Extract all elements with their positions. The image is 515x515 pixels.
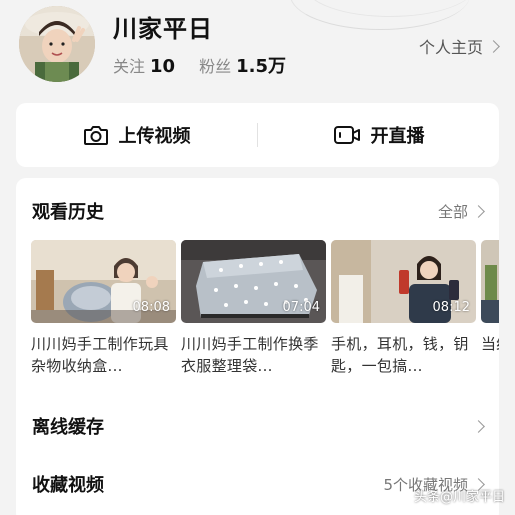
library-card: 观看历史 全部 08:08 川川妈手工制作玩具杂物收纳盒... 07:04 川川…: [16, 178, 499, 515]
history-video-item[interactable]: 08:12 手机，耳机，钱，钥匙，一包搞...: [331, 240, 476, 377]
video-title: 川川妈手工制作玩具杂物收纳盒...: [31, 335, 169, 375]
video-duration: 07:04: [282, 300, 320, 315]
chevron-right-icon: [487, 39, 500, 53]
upload-video-label: 上传视频: [118, 126, 191, 147]
video-thumbnail: 08:08: [31, 240, 176, 323]
video-title: 手机，耳机，钱，钥匙，一包搞...: [331, 335, 469, 375]
video-duration: 08:08: [132, 300, 170, 315]
offline-cache-title: 离线缓存: [32, 417, 104, 438]
camera-icon: [83, 123, 109, 147]
history-video-item[interactable]: 08:08 川川妈手工制作玩具杂物收纳盒...: [31, 240, 176, 377]
favorites-title: 收藏视频: [32, 475, 104, 496]
following-count[interactable]: 10: [150, 56, 175, 77]
homepage-link[interactable]: 个人主页: [418, 34, 500, 58]
watch-history-header: 观看历史 全部: [32, 198, 485, 224]
homepage-label: 个人主页: [418, 38, 483, 57]
followers-count[interactable]: 1.5万: [236, 56, 286, 77]
offline-cache-row[interactable]: 离线缓存: [32, 413, 485, 439]
video-duration: 08:12: [432, 300, 470, 315]
video-thumbnail: 07:04: [181, 240, 326, 323]
go-live-button[interactable]: 开直播: [258, 103, 499, 167]
history-video-item[interactable]: 当结: [481, 240, 499, 377]
chevron-right-icon: [472, 204, 485, 218]
offline-cache-chevron: [468, 419, 485, 433]
watch-history-list: 08:08 川川妈手工制作玩具杂物收纳盒... 07:04 川川妈手工制作换季衣…: [31, 240, 499, 380]
watch-history-title: 观看历史: [32, 202, 104, 223]
video-thumbnail: 08:12: [331, 240, 476, 323]
all-label: 全部: [437, 202, 468, 221]
profile-header: 川家平日 关注 10 粉丝 1.5万 个人主页: [0, 0, 515, 95]
watch-history-all-link[interactable]: 全部: [437, 201, 485, 222]
profile-stats: 关注 10 粉丝 1.5万: [113, 52, 310, 78]
chevron-right-icon: [472, 419, 485, 433]
upload-video-button[interactable]: 上传视频: [16, 103, 257, 167]
username: 川家平日: [113, 15, 213, 43]
followers-label: 粉丝: [199, 57, 232, 76]
watermark: 头条@川家平日: [413, 490, 505, 505]
video-title: 川川妈手工制作换季衣服整理袋...: [181, 335, 319, 375]
video-camera-icon: [333, 124, 361, 146]
go-live-label: 开直播: [370, 126, 425, 147]
video-thumbnail: [481, 240, 499, 323]
following-label: 关注: [113, 57, 146, 76]
history-video-item[interactable]: 07:04 川川妈手工制作换季衣服整理袋...: [181, 240, 326, 377]
avatar[interactable]: [19, 6, 95, 82]
video-title: 当结: [481, 335, 499, 353]
action-card: 上传视频 开直播: [16, 103, 499, 167]
